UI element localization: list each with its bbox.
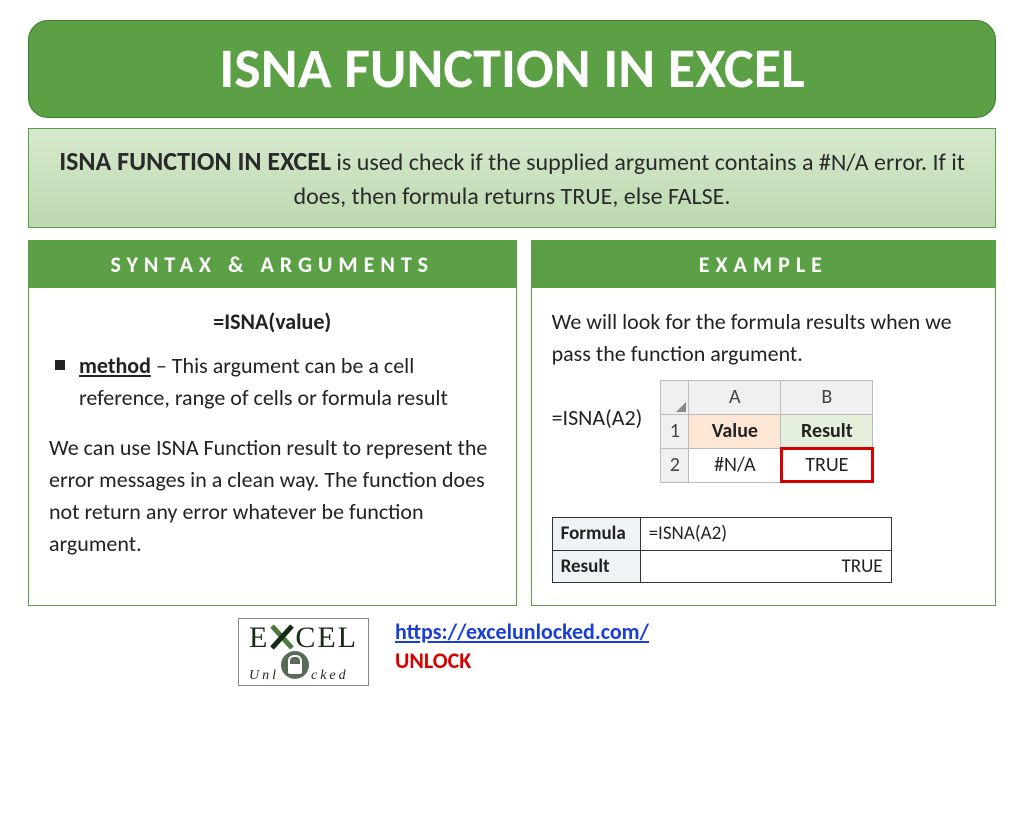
example-panel: EXAMPLE We will look for the formula res… xyxy=(531,240,996,606)
sheet-header-value: Value xyxy=(689,414,781,448)
description-rest: is used check if the supplied argument c… xyxy=(294,148,965,211)
syntax-panel: SYNTAX & ARGUMENTS =ISNA(value) method –… xyxy=(28,240,517,606)
syntax-panel-body: =ISNA(value) method – This argument can … xyxy=(29,288,516,581)
page-title: ISNA FUNCTION IN EXCEL xyxy=(219,35,804,103)
sheet-corner xyxy=(661,380,689,414)
example-panel-header: EXAMPLE xyxy=(532,241,995,288)
sheet-col-a: A xyxy=(689,380,781,414)
sheet-header-result: Result xyxy=(781,414,873,448)
logo-top-row: E CEL xyxy=(249,623,358,651)
columns-wrapper: SYNTAX & ARGUMENTS =ISNA(value) method –… xyxy=(28,240,996,606)
footer-unlock-text: UNLOCK xyxy=(395,647,649,674)
mini-spreadsheet: A B 1 Value Result 2 #N/A TRUE xyxy=(660,380,873,483)
footer: E CEL Unlcked https://excelunlocked.com/… xyxy=(28,618,996,686)
lock-icon xyxy=(281,651,309,679)
page-title-banner: ISNA FUNCTION IN EXCEL xyxy=(28,20,996,118)
sheet-row-1: 1 xyxy=(661,414,689,448)
result-result-value: TRUE xyxy=(640,550,891,583)
logo-bottom-row: Unlcked xyxy=(249,651,358,683)
bullet-square-icon xyxy=(55,360,65,370)
footer-links: https://excelunlocked.com/ UNLOCK xyxy=(395,618,649,674)
example-intro: We will look for the formula results whe… xyxy=(552,306,975,370)
syntax-panel-header: SYNTAX & ARGUMENTS xyxy=(29,241,516,288)
sheet-cell-a2: #N/A xyxy=(689,448,781,482)
argument-name: method xyxy=(79,352,151,379)
logo-x-icon xyxy=(269,623,295,651)
result-formula-label: Formula xyxy=(552,517,640,550)
result-result-label: Result xyxy=(552,550,640,583)
excel-unlocked-logo: E CEL Unlcked xyxy=(238,618,369,686)
argument-text: method – This argument can be a cell ref… xyxy=(79,350,496,414)
sheet-row-2: 2 xyxy=(661,448,689,482)
example-panel-body: We will look for the formula results whe… xyxy=(532,288,995,605)
example-row: =ISNA(A2) A B 1 Value Result 2 #N/A xyxy=(552,376,975,483)
syntax-paragraph: We can use ISNA Function result to repre… xyxy=(49,432,496,560)
example-formula-inline: =ISNA(A2) xyxy=(552,376,643,434)
result-table: Formula =ISNA(A2) Result TRUE xyxy=(552,517,892,583)
syntax-formula: =ISNA(value) xyxy=(49,306,496,338)
sheet-cell-b2: TRUE xyxy=(781,448,873,482)
logo-letter-e: E xyxy=(249,624,269,651)
argument-bullet: method – This argument can be a cell ref… xyxy=(49,350,496,414)
sheet-col-b: B xyxy=(781,380,873,414)
footer-url-link[interactable]: https://excelunlocked.com/ xyxy=(395,618,649,645)
description-lead: ISNA FUNCTION IN EXCEL xyxy=(59,145,331,177)
result-formula-value: =ISNA(A2) xyxy=(640,517,891,550)
logo-letters-cel: CEL xyxy=(295,624,358,651)
description-box: ISNA FUNCTION IN EXCEL is used check if … xyxy=(28,128,996,228)
